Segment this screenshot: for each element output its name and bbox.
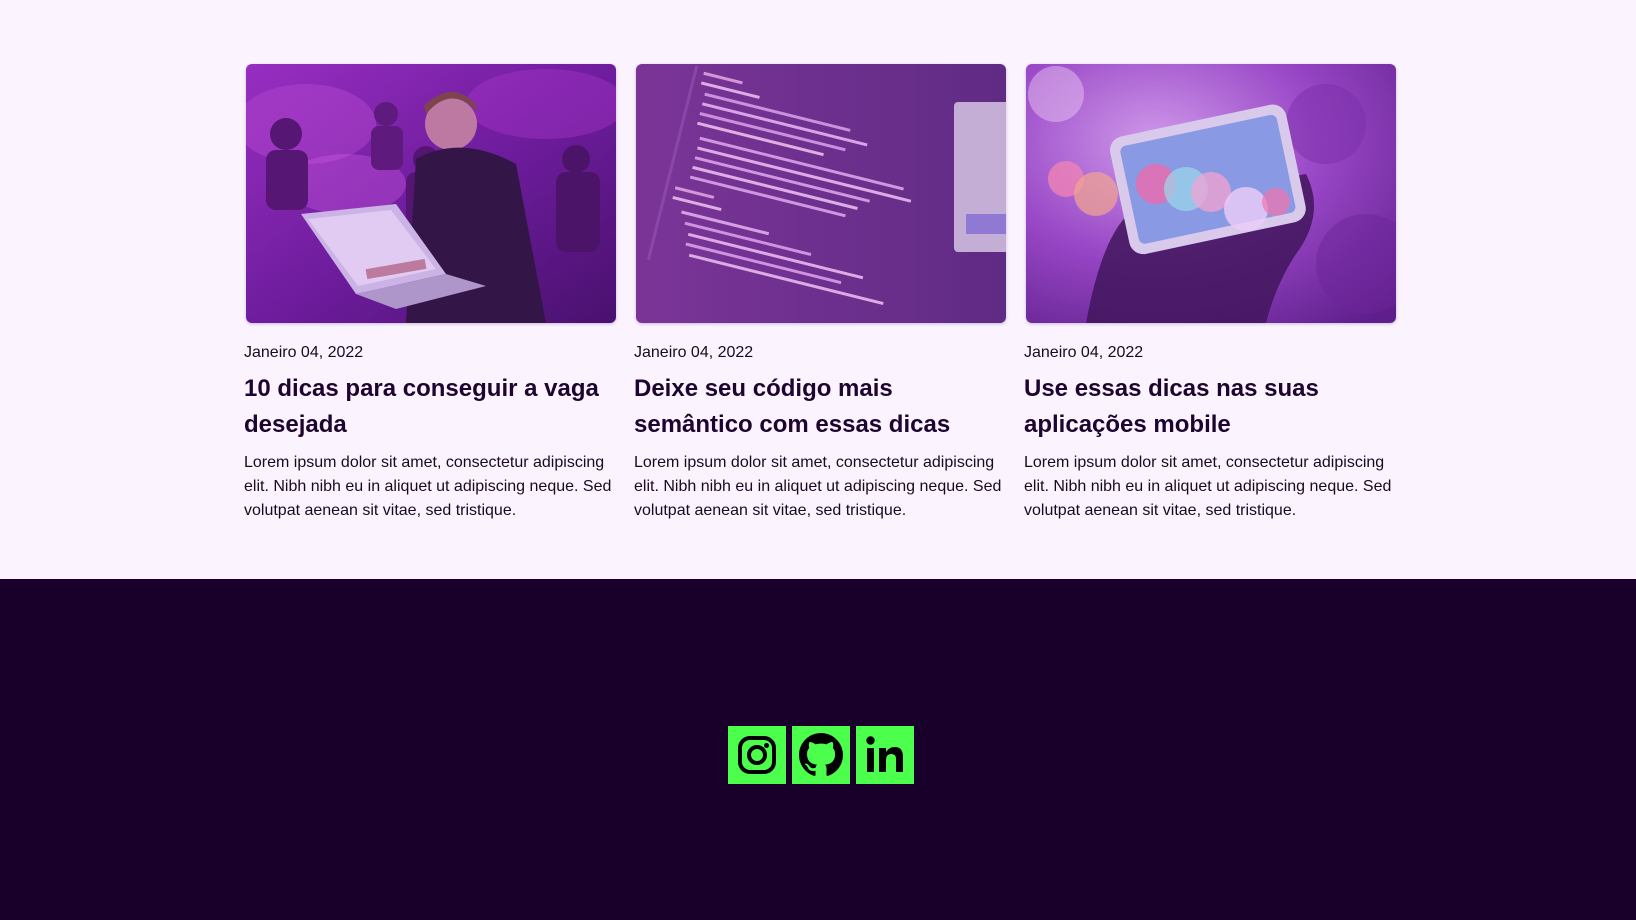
post-title[interactable]: Deixe seu código mais semântico com essa…: [634, 371, 1004, 443]
blog-section: Janeiro 04, 2022 10 dicas para conseguir…: [0, 0, 1636, 579]
post-excerpt: Lorem ipsum dolor sit amet, consectetur …: [634, 454, 1002, 519]
post-date: Janeiro 04, 2022: [244, 344, 364, 361]
post-image-mobile[interactable]: [1026, 64, 1396, 323]
github-icon: [799, 733, 843, 776]
post-card[interactable]: Janeiro 04, 2022 10 dicas para conseguir…: [244, 64, 616, 539]
post-title[interactable]: Use essas dicas nas suas aplicações mobi…: [1024, 371, 1394, 443]
code-screen-photo: [636, 64, 1006, 323]
linkedin-link[interactable]: [856, 726, 914, 784]
post-image-laptop-event[interactable]: [246, 64, 616, 323]
post-list: Janeiro 04, 2022 10 dicas para conseguir…: [244, 64, 1396, 539]
social-links: [728, 726, 914, 784]
post-date: Janeiro 04, 2022: [1024, 344, 1144, 361]
github-link[interactable]: [792, 726, 850, 784]
linkedin-icon: [866, 736, 903, 772]
laptop-event-photo: [246, 64, 616, 323]
post-card[interactable]: Janeiro 04, 2022 Deixe seu código mais s…: [634, 64, 1006, 539]
post-title[interactable]: 10 dicas para conseguir a vaga desejada: [244, 371, 614, 443]
footer: [0, 579, 1636, 920]
post-date: Janeiro 04, 2022: [634, 344, 754, 361]
post-excerpt: Lorem ipsum dolor sit amet, consectetur …: [244, 454, 612, 519]
post-excerpt: Lorem ipsum dolor sit amet, consectetur …: [1024, 454, 1392, 519]
post-image-code[interactable]: [636, 64, 1006, 323]
post-card[interactable]: Janeiro 04, 2022 Use essas dicas nas sua…: [1024, 64, 1396, 539]
instagram-link[interactable]: [728, 726, 786, 784]
smartphone-photo: [1026, 64, 1396, 323]
instagram-icon: [738, 736, 776, 774]
